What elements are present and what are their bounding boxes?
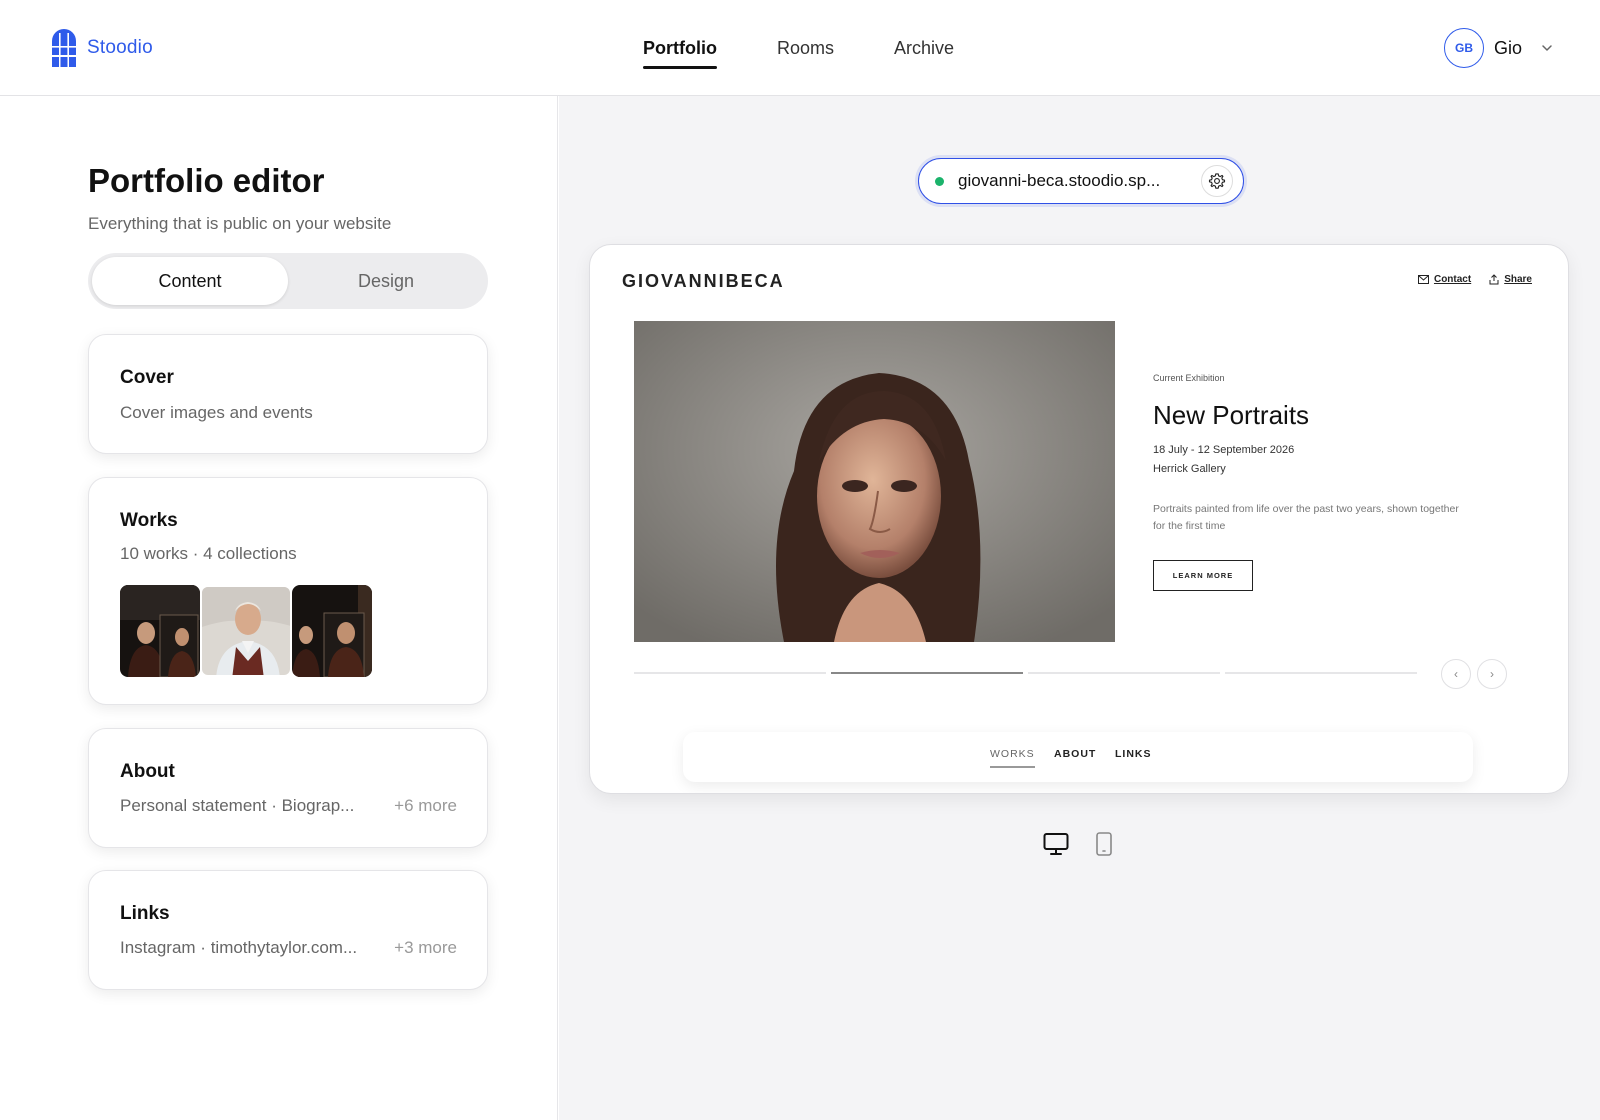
- tab-design[interactable]: Design: [288, 257, 484, 305]
- site-name: GIOVANNIBECA: [622, 271, 785, 291]
- slider-prev-button[interactable]: ‹: [1441, 659, 1471, 689]
- editor-panel: Portfolio editor Everything that is publ…: [0, 96, 558, 1120]
- nav-rooms[interactable]: Rooms: [777, 0, 834, 96]
- site-nav-works[interactable]: WORKS: [990, 748, 1035, 768]
- cover-portrait-image: [634, 321, 1115, 642]
- slider-progress-segment[interactable]: [1028, 672, 1220, 674]
- site-url-pill[interactable]: giovanni-beca.stoodio.sp...: [918, 158, 1244, 204]
- gear-icon: [1208, 173, 1226, 189]
- work-thumbnail: [200, 585, 292, 677]
- brand-logo[interactable]: Stoodio: [51, 27, 153, 69]
- main-nav: Portfolio Rooms Archive: [643, 0, 954, 96]
- slider-next-button[interactable]: ›: [1477, 659, 1507, 689]
- work-thumbnail: [120, 585, 200, 677]
- mail-icon: [1417, 275, 1429, 284]
- chevron-down-icon: [1542, 45, 1552, 51]
- share-icon: [1489, 274, 1499, 285]
- works-card-title: Works: [120, 510, 178, 531]
- site-contact-link[interactable]: Contact: [1417, 274, 1472, 285]
- slider-progress-segment[interactable]: [831, 672, 1023, 674]
- links-card-title: Links: [120, 903, 170, 924]
- page-title: Portfolio editor: [88, 162, 325, 199]
- site-share-label: Share: [1504, 274, 1532, 285]
- site-header-links: Contact Share: [1417, 274, 1532, 285]
- exhibition-description: Portraits painted from life over the pas…: [1153, 503, 1459, 532]
- nav-archive[interactable]: Archive: [894, 0, 954, 96]
- site-nav-links[interactable]: LINKS: [1115, 748, 1152, 760]
- exhibition-title: New Portraits: [1153, 400, 1310, 430]
- about-card-subtitle: Personal statement · Biograp...: [120, 796, 355, 815]
- works-card-subtitle: 10 works · 4 collections: [120, 544, 297, 563]
- learn-more-button[interactable]: LEARN MORE: [1153, 560, 1253, 591]
- about-card-more: +6 more: [394, 796, 457, 815]
- site-share-link[interactable]: Share: [1489, 274, 1532, 285]
- page-subtitle: Everything that is public on your websit…: [88, 214, 392, 233]
- brand-name: Stoodio: [87, 37, 153, 58]
- device-toggle: [1043, 831, 1117, 857]
- preview-panel: giovanni-beca.stoodio.sp... GIOVANNIBECA…: [559, 96, 1600, 1120]
- website-preview: GIOVANNIBECA Contact Share Current Exhib…: [589, 244, 1569, 794]
- work-thumbnail: [292, 585, 372, 677]
- exhibition-label: Current Exhibition: [1153, 373, 1225, 383]
- works-thumbnails: [120, 585, 372, 677]
- works-card[interactable]: Works 10 works · 4 collections: [88, 477, 488, 705]
- mobile-icon: [1096, 832, 1112, 856]
- user-menu[interactable]: GB Gio: [1444, 28, 1554, 68]
- links-card-more: +3 more: [394, 938, 457, 957]
- slider-progress-segment[interactable]: [634, 672, 826, 674]
- site-bottom-nav: WORKS ABOUT LINKS: [683, 732, 1473, 782]
- user-name: Gio: [1494, 37, 1523, 58]
- links-card[interactable]: Links Instagram · timothytaylor.com... +…: [88, 870, 488, 990]
- about-card-title: About: [120, 761, 175, 782]
- nav-portfolio[interactable]: Portfolio: [643, 0, 717, 96]
- cover-card-subtitle: Cover images and events: [120, 403, 313, 422]
- content-design-toggle: Content Design: [88, 253, 488, 309]
- mobile-view-button[interactable]: [1091, 831, 1117, 857]
- site-contact-label: Contact: [1433, 274, 1472, 285]
- desktop-icon: [1043, 833, 1069, 855]
- exhibition-venue: Herrick Gallery: [1153, 463, 1226, 475]
- slider-progress: [634, 672, 1434, 674]
- site-nav-about[interactable]: ABOUT: [1054, 748, 1096, 760]
- stoodio-logo-icon: [52, 29, 76, 67]
- top-bar: Stoodio Portfolio Rooms Archive GB Gio: [0, 0, 1600, 96]
- site-settings-button[interactable]: [1201, 165, 1233, 197]
- links-card-subtitle: Instagram · timothytaylor.com...: [120, 938, 358, 957]
- about-card[interactable]: About Personal statement · Biograp... +6…: [88, 728, 488, 848]
- cover-card-title: Cover: [120, 367, 174, 388]
- tab-content[interactable]: Content: [92, 257, 288, 305]
- site-url: giovanni-beca.stoodio.sp...: [958, 171, 1161, 190]
- site-status-dot: [935, 176, 944, 186]
- avatar: GB: [1444, 28, 1484, 68]
- desktop-view-button[interactable]: [1043, 831, 1069, 857]
- slider-progress-segment[interactable]: [1225, 672, 1417, 674]
- chevron-right-icon: ›: [1490, 667, 1494, 681]
- cover-card[interactable]: Cover Cover images and events: [88, 334, 488, 454]
- exhibition-dates: 18 July - 12 September 2026: [1153, 444, 1295, 456]
- chevron-left-icon: ‹: [1454, 667, 1458, 681]
